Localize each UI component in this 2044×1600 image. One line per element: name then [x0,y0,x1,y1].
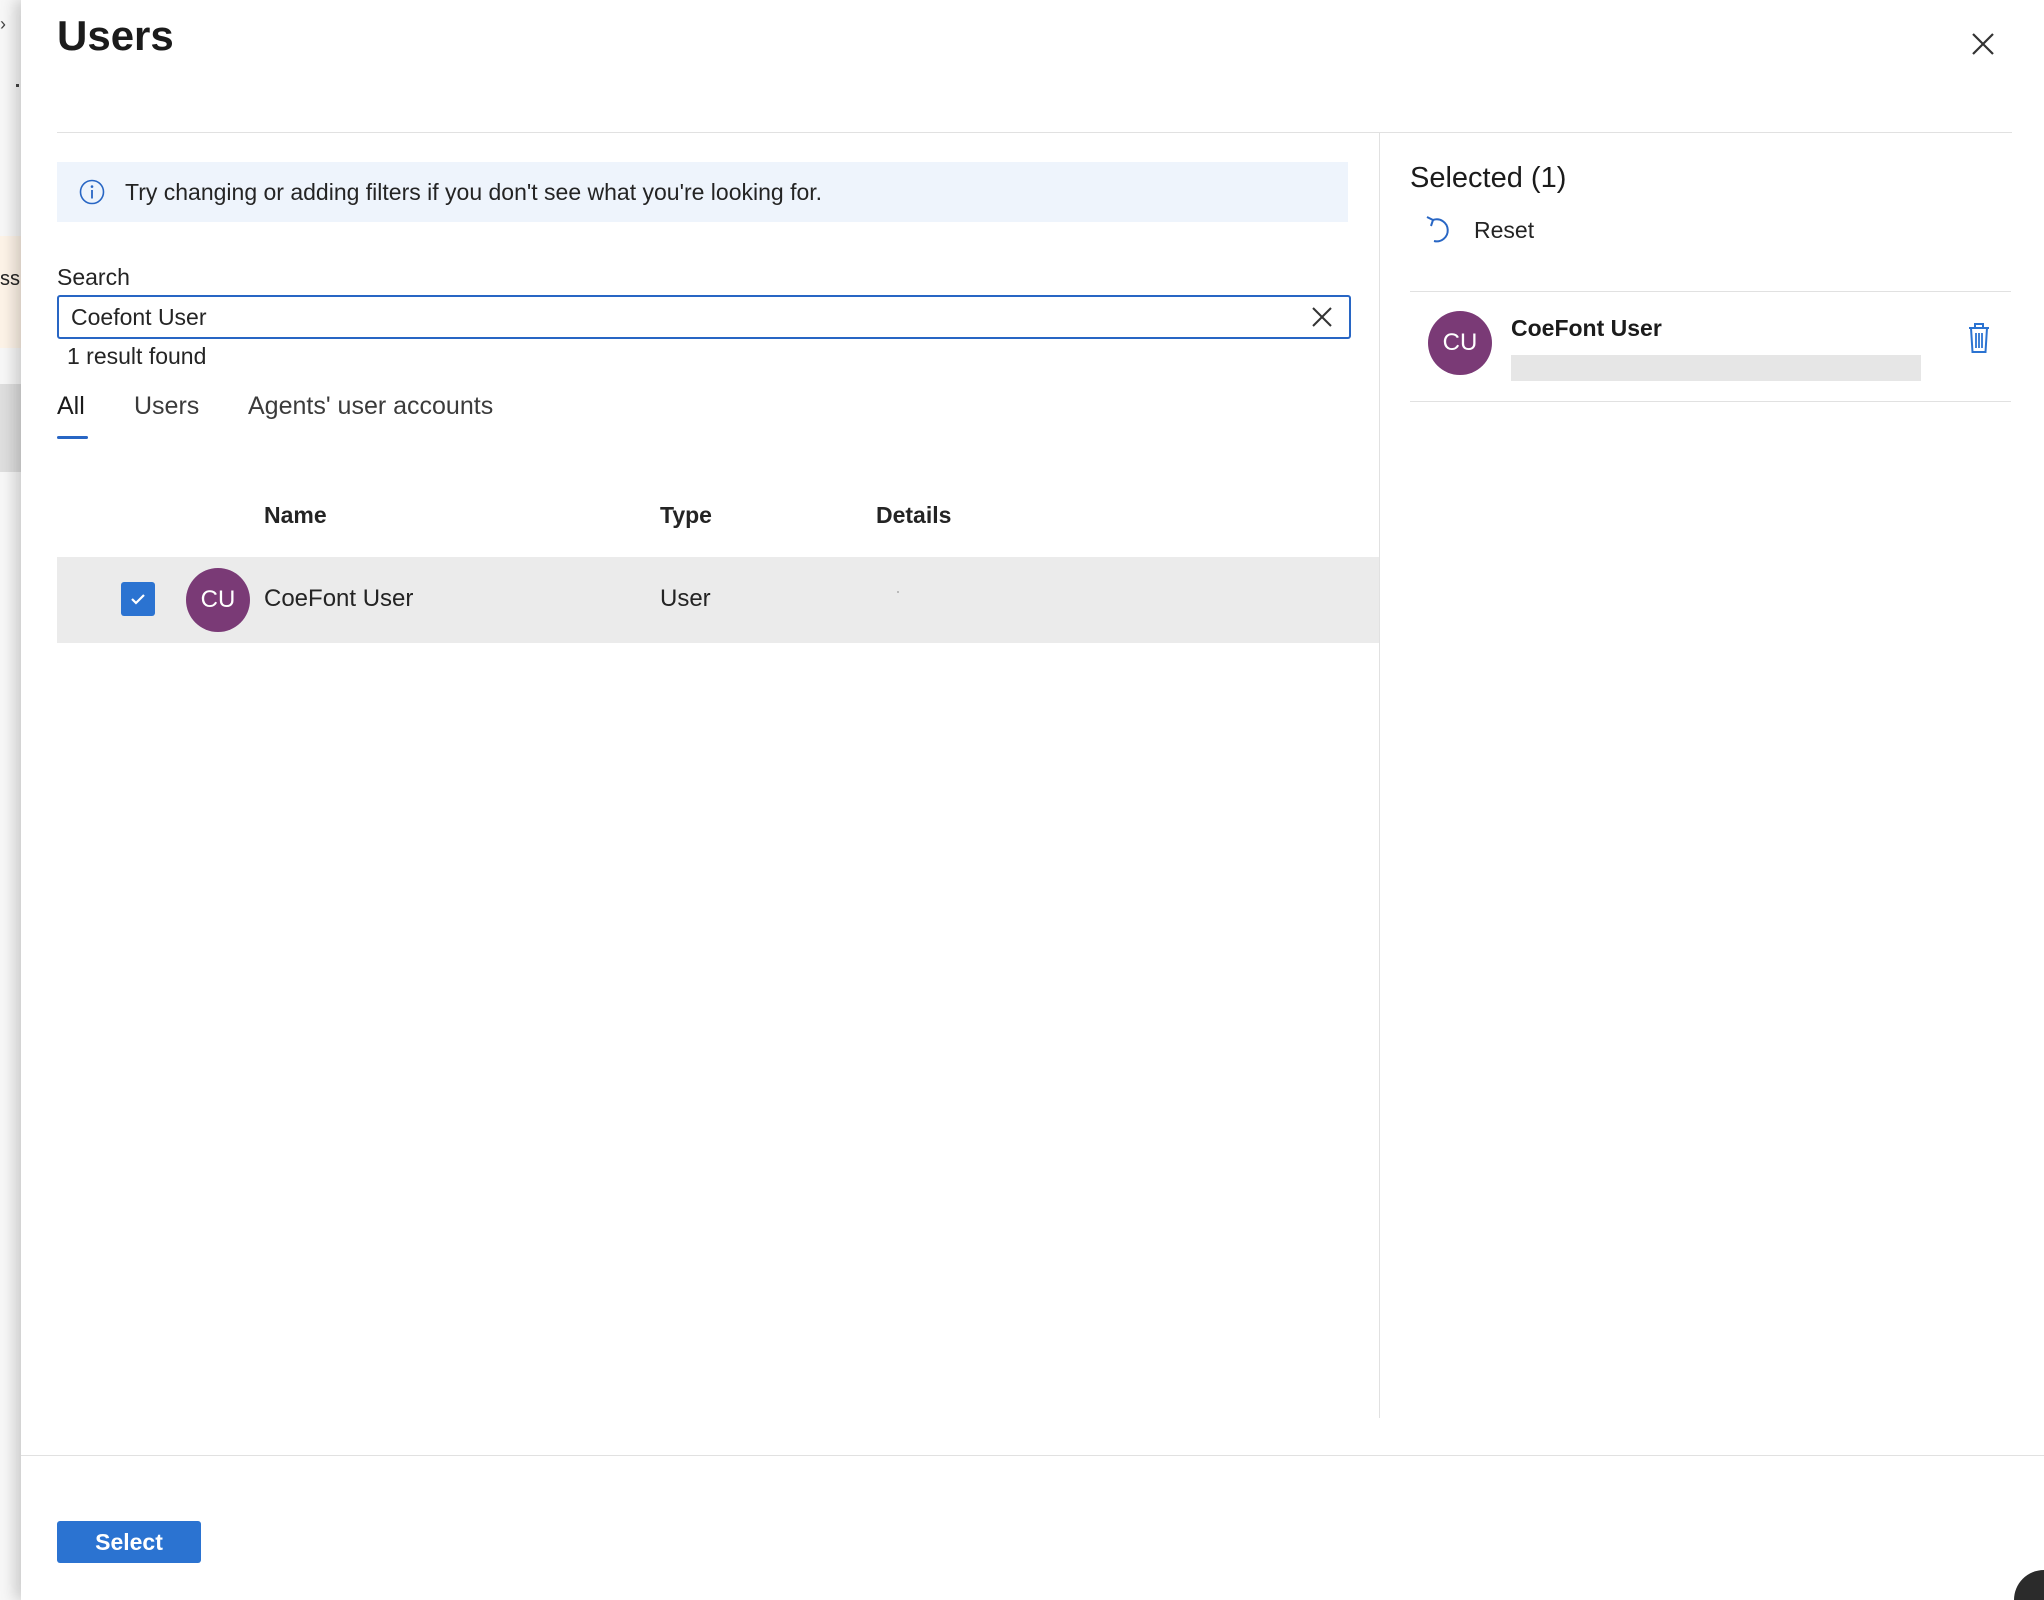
info-message: Try changing or adding filters if you do… [125,178,823,205]
tab-users[interactable]: Users [134,392,199,421]
background-banner [0,236,21,348]
reset-button[interactable]: Reset [1424,210,1534,250]
selected-user-name: CoeFont User [1511,315,1662,341]
selected-divider [1410,291,2011,292]
clear-search-icon [1312,307,1332,327]
checkmark-icon [131,594,145,605]
column-header-type[interactable]: Type [660,502,712,529]
close-icon [1972,33,1994,55]
background-app: › ssi [0,0,21,1600]
table-row[interactable]: CU CoeFont User User [57,557,1379,643]
row-type: User [660,585,711,612]
reset-label: Reset [1474,216,1535,243]
info-icon [79,179,105,205]
row-name: CoeFont User [264,585,414,612]
tab-agents-user-accounts[interactable]: Agents' user accounts [248,392,493,421]
background-selected-item [0,384,21,472]
chevron-right-icon: › [0,14,6,34]
row-details [897,591,899,593]
tab-all[interactable]: All [57,392,85,421]
info-banner: Try changing or adding filters if you do… [57,162,1348,222]
selected-avatar: CU [1428,311,1492,375]
search-box [57,295,1351,339]
row-checkbox[interactable] [121,582,155,616]
selected-title: Selected (1) [1410,162,1567,194]
remove-selected-button[interactable] [1963,320,1995,356]
undo-icon [1426,216,1449,243]
window-corner [2014,1570,2044,1600]
select-button[interactable]: Select [57,1521,201,1563]
background-partial-text: ssi [0,268,21,290]
search-label: Search [57,264,130,290]
pane-divider [1379,133,1380,1418]
column-header-details[interactable]: Details [876,502,951,529]
active-tab-indicator [57,436,88,439]
trash-icon [1969,323,1989,353]
background-dot [16,84,19,87]
selected-divider [1410,401,2011,402]
panel-title: Users [57,12,174,59]
footer-divider [21,1455,2044,1456]
close-button[interactable] [1961,22,2005,66]
result-count: 1 result found [67,343,207,369]
search-input[interactable] [71,297,1271,337]
clear-search-button[interactable] [1309,304,1335,330]
users-picker-panel: Users Try changing or adding filters if … [21,0,2044,1600]
avatar: CU [186,568,250,632]
header-divider [57,132,2012,133]
selected-user-detail-redacted [1511,355,1921,381]
column-header-name[interactable]: Name [264,502,327,529]
